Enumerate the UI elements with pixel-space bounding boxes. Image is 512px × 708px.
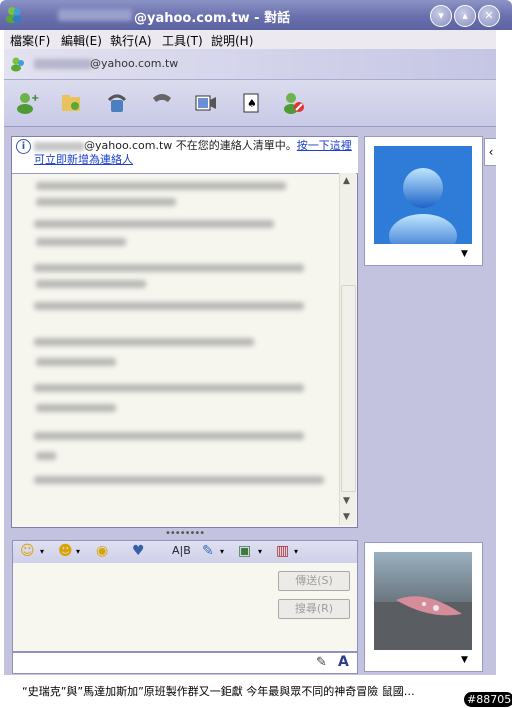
ad-text[interactable]: “史瑞克”與”馬達加斯加”原班製作群又一鉅獻 今年最與眾不同的神奇冒險 鼠國… [22,683,415,699]
search-button[interactable]: 搜尋(R) [278,599,350,619]
contact-address: @yahoo.com.tw [90,57,179,70]
info-icon: i [16,139,31,154]
handwriting-icon[interactable]: ✎ [316,655,327,670]
background-icon[interactable]: ▣ [238,543,251,559]
maximize-button[interactable]: ▴ [454,5,476,27]
chat-messages [16,176,336,516]
contact-status-icon [11,57,24,72]
minimize-button[interactable]: ▾ [430,5,452,27]
chevron-down-icon[interactable]: ▾ [258,547,262,556]
contact-header: @yahoo.com.tw [4,49,496,80]
splitter-handle[interactable]: •••••••• [165,528,205,539]
close-button[interactable]: ✕ [478,5,500,27]
notice-address: @yahoo.com.tw [84,139,173,152]
window-frame [496,30,512,702]
font-icon[interactable]: A|B [172,544,191,557]
send-button[interactable]: 傳送(S) [278,571,350,591]
svg-text:♠: ♠ [247,97,257,110]
redacted-username [34,59,92,69]
my-avatar-leaf-image [374,552,472,650]
nudge-icon[interactable]: ◉ [96,543,108,559]
wink-icon[interactable]: ☻ [58,543,73,559]
scroll-down-icon[interactable]: ▼ [343,496,350,506]
gift-icon[interactable]: ▥ [276,543,289,559]
avatar [374,146,472,244]
scroll-up-icon[interactable]: ▲ [343,176,350,186]
emoticon-icon[interactable]: ☺ [20,543,35,559]
svg-text:+: + [31,93,39,104]
window-title: @yahoo.com.tw - 對話 [134,11,291,26]
redacted-username [58,9,132,21]
brush-icon[interactable]: ✎ [202,543,214,559]
chevron-down-icon[interactable]: ▾ [40,547,44,556]
add-contact-icon[interactable]: + [16,92,40,114]
scroll-end-icon[interactable]: ▼ [343,512,350,522]
toolbar: + ♠ [4,80,496,127]
redacted-username [34,141,84,151]
chevron-down-icon[interactable]: ▼ [461,249,468,259]
share-files-icon[interactable] [60,92,84,114]
voice-clip-icon[interactable]: ♥ [132,543,145,559]
menu-help[interactable]: 說明(H) [211,32,253,49]
phone-icon[interactable] [150,92,174,114]
scroll-thumb[interactable] [341,285,356,492]
messenger-icon [6,7,22,23]
title-bar[interactable]: @yahoo.com.tw - 對話 ▾ ▴ ✕ [0,0,512,30]
my-avatar-box[interactable]: ▼ [364,542,483,672]
chevron-down-icon[interactable]: ▾ [220,547,224,556]
contact-avatar-box[interactable]: ▼ [364,136,483,266]
video-icon[interactable] [194,92,218,114]
text-mode-icon[interactable]: A [338,654,349,670]
menu-actions[interactable]: 執行(A) [110,32,152,49]
menu-bar: 檔案(F) 編輯(E) 執行(A) 工具(T) 說明(H) [4,30,500,50]
chevron-down-icon[interactable]: ▼ [461,655,468,665]
menu-edit[interactable]: 編輯(E) [61,32,102,49]
chevron-down-icon[interactable]: ▾ [294,547,298,556]
voice-call-icon[interactable] [105,92,129,114]
menu-file[interactable]: 檔案(F) [10,32,50,49]
input-bottom-bar [12,652,358,674]
games-icon[interactable]: ♠ [240,92,264,114]
notice-text: 不在您的連絡人清單中。 [172,139,297,152]
watermark-badge: #88705 [464,692,512,707]
chevron-down-icon[interactable]: ▾ [76,547,80,556]
not-in-contacts-notice: i @yahoo.com.tw 不在您的連絡人清單中。按一下這裡可立即新增為連絡… [12,137,358,174]
status-bar: “史瑞克”與”馬達加斯加”原班製作群又一鉅獻 今年最與眾不同的神奇冒險 鼠國… [4,677,496,703]
menu-tools[interactable]: 工具(T) [162,32,203,49]
block-contact-icon[interactable] [282,92,306,114]
